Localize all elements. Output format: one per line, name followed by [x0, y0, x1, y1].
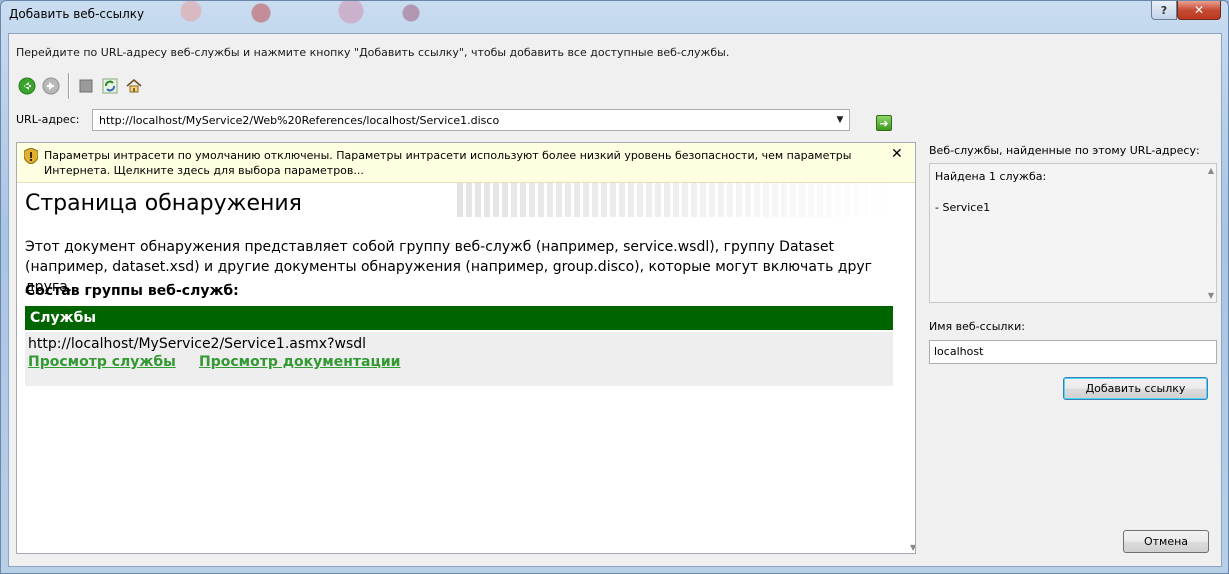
discovery-page: Страница обнаружения Этот документ обнар… [25, 183, 895, 553]
view-documentation-link[interactable]: Просмотр документации [199, 354, 400, 370]
add-reference-button[interactable]: Добавить ссылку [1063, 377, 1208, 400]
info-bar-text[interactable]: Параметры интрасети по умолчанию отключе… [44, 148, 884, 178]
found-service-item: - Service1 [935, 201, 991, 214]
instruction-text: Перейдите по URL-адресу веб-службы и наж… [16, 46, 730, 59]
dialog-window: Добавить веб-ссылку ? ✕ Перейдите по URL… [0, 0, 1229, 574]
found-count-text: Найдена 1 служба: [935, 170, 1047, 183]
refresh-button[interactable] [99, 75, 121, 97]
reference-name-label: Имя веб-ссылки: [929, 320, 1025, 333]
forward-button[interactable] [40, 75, 62, 97]
reference-name-input[interactable]: localhost [929, 340, 1217, 364]
go-button[interactable]: ➜ [876, 115, 892, 131]
home-button[interactable] [123, 75, 145, 97]
service-entry: http://localhost/MyService2/Service1.asm… [25, 332, 893, 386]
close-button[interactable]: ✕ [1177, 1, 1221, 20]
chevron-down-icon[interactable]: ▼ [831, 110, 849, 130]
header-pattern-decoration [457, 183, 893, 217]
group-title: Состав группы веб-служб: [25, 283, 239, 299]
view-service-link[interactable]: Просмотр службы [28, 354, 176, 370]
browser-pane: Параметры интрасети по умолчанию отключе… [16, 142, 916, 554]
stop-button[interactable] [75, 75, 97, 97]
info-bar[interactable]: Параметры интрасети по умолчанию отключе… [17, 143, 915, 183]
back-button[interactable] [16, 75, 38, 97]
service-url: http://localhost/MyService2/Service1.asm… [28, 336, 367, 352]
refresh-icon [102, 78, 118, 94]
scroll-up-icon[interactable]: ▲ [1208, 166, 1214, 175]
dialog-client-area: Перейдите по URL-адресу веб-службы и наж… [8, 33, 1222, 567]
home-icon [126, 79, 142, 93]
cancel-button[interactable]: Отмена [1123, 530, 1209, 553]
toolbar-separator [68, 73, 69, 99]
back-arrow-icon [18, 77, 36, 95]
window-title: Добавить веб-ссылку [9, 7, 145, 21]
services-header: Службы [25, 306, 893, 330]
scroll-down-icon[interactable]: ▼ [910, 543, 915, 552]
page-title: Страница обнаружения [25, 191, 302, 216]
found-services-label: Веб-службы, найденные по этому URL-адрес… [929, 144, 1200, 157]
url-input[interactable]: http://localhost/MyService2/Web%20Refere… [93, 114, 831, 127]
scroll-down-icon[interactable]: ▼ [1208, 291, 1214, 300]
title-bar-background-art [151, 1, 471, 31]
shield-warning-icon [24, 148, 38, 164]
navigation-toolbar [16, 72, 147, 100]
url-combobox[interactable]: http://localhost/MyService2/Web%20Refere… [92, 109, 850, 131]
browser-scrollbar[interactable] [911, 183, 915, 553]
found-services-box: Найдена 1 служба: - Service1 ▲ ▼ [929, 163, 1217, 303]
stop-icon [79, 79, 93, 93]
url-label: URL-адрес: [16, 113, 80, 126]
info-bar-close-button[interactable]: ✕ [891, 146, 903, 162]
title-bar[interactable]: Добавить веб-ссылку ? ✕ [1, 1, 1228, 33]
forward-arrow-icon [42, 77, 60, 95]
help-button[interactable]: ? [1151, 1, 1177, 20]
